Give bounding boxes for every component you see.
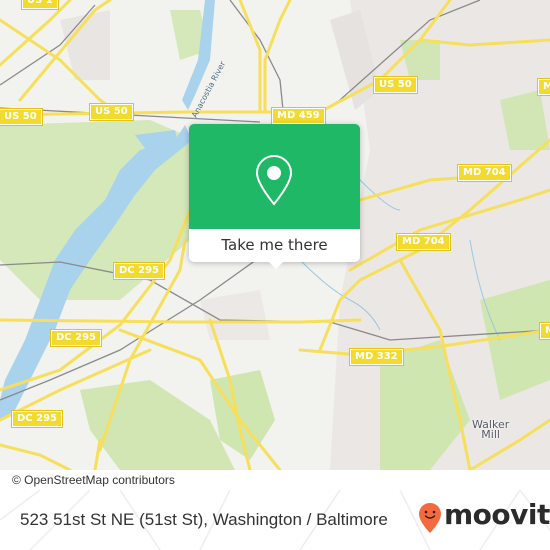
route-shield-dc295-top: DC 295 (113, 262, 165, 280)
place-label-walker-mill: Walker Mill (472, 418, 510, 441)
address-text: 523 51st St NE (51st St), Washington / B… (20, 510, 388, 529)
route-shield-md-edge-bottom: M (539, 322, 550, 340)
moovit-wordmark: moovit (444, 498, 550, 531)
route-shield-us1: US 1 (21, 0, 59, 10)
route-shield-us50-right: US 50 (373, 76, 418, 94)
map-pin-icon (255, 154, 293, 206)
moovit-smiley-pin-icon (419, 503, 441, 533)
take-me-there-button[interactable]: Take me there (189, 229, 360, 262)
route-shield-md332: MD 332 (349, 348, 404, 366)
footer-bar: 523 51st St NE (51st St), Washington / B… (0, 490, 550, 550)
destination-popup: Take me there (189, 124, 360, 262)
route-shield-md704-mid: MD 704 (396, 233, 451, 251)
popup-header (189, 124, 360, 229)
route-shield-us50-mid: US 50 (89, 103, 134, 121)
route-shield-md-edge-top: MD (536, 78, 550, 96)
route-shield-dc295-bottom: DC 295 (11, 410, 63, 428)
route-shield-dc295-mid: DC 295 (50, 329, 102, 347)
map-attribution[interactable]: © OpenStreetMap contributors (10, 470, 215, 490)
route-shield-us50-left: US 50 (0, 108, 43, 126)
route-shield-md459: MD 459 (271, 107, 326, 125)
moovit-logo[interactable]: moovit (418, 498, 550, 538)
route-shield-md704-right: MD 704 (457, 164, 512, 182)
popup-pointer (268, 261, 284, 269)
